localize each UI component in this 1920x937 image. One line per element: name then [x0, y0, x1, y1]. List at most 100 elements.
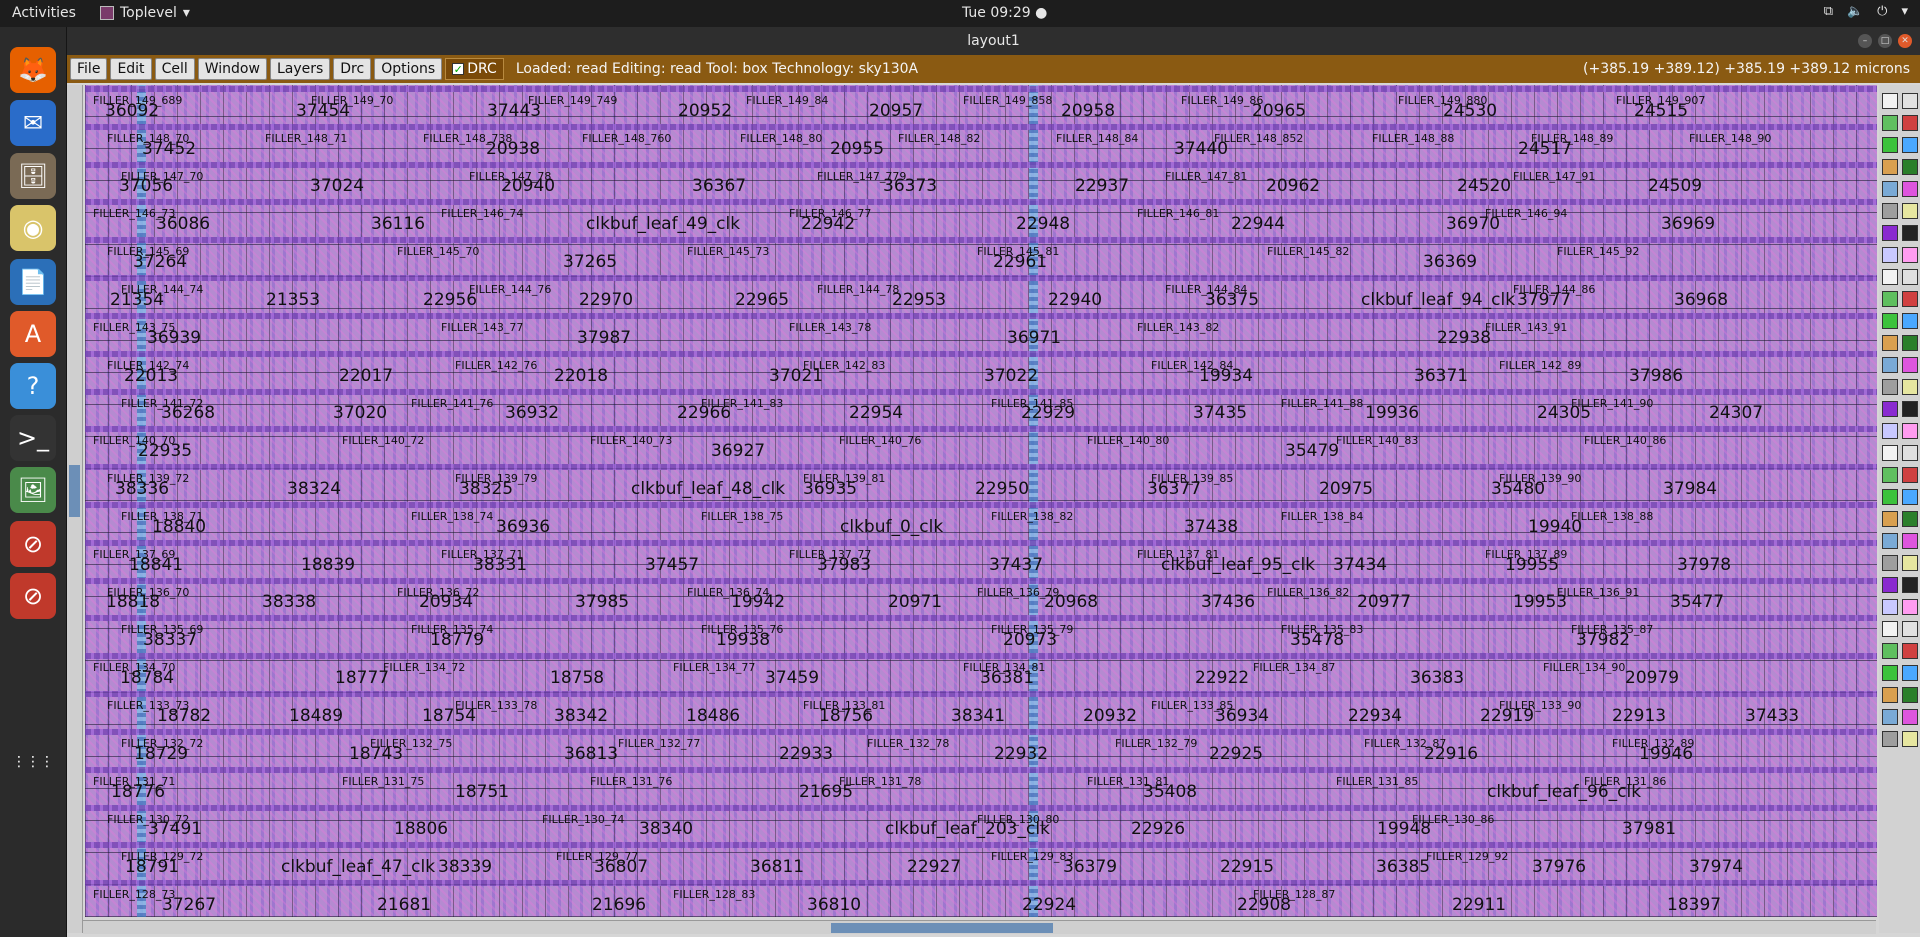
- layer-swatch[interactable]: [1882, 577, 1898, 593]
- help-icon[interactable]: ?: [10, 363, 56, 409]
- layer-swatch[interactable]: [1902, 401, 1918, 417]
- layer-swatch[interactable]: [1902, 93, 1918, 109]
- software-icon[interactable]: A: [10, 311, 56, 357]
- layer-swatch[interactable]: [1882, 599, 1898, 615]
- layer-swatch[interactable]: [1882, 665, 1898, 681]
- window-titlebar[interactable]: layout1 – □ ✕: [67, 27, 1920, 55]
- minimize-icon[interactable]: –: [1858, 34, 1872, 48]
- menu-layers[interactable]: Layers: [269, 58, 331, 80]
- layer-swatch[interactable]: [1882, 181, 1898, 197]
- layer-swatch[interactable]: [1882, 423, 1898, 439]
- layer-swatch[interactable]: [1882, 203, 1898, 219]
- layer-swatch[interactable]: [1882, 225, 1898, 241]
- app-icon[interactable]: ⊘: [10, 521, 56, 567]
- layer-swatch[interactable]: [1902, 313, 1918, 329]
- firefox-icon[interactable]: 🦊: [10, 47, 56, 93]
- layer-swatch[interactable]: [1882, 159, 1898, 175]
- layer-swatch[interactable]: [1882, 621, 1898, 637]
- layer-swatch[interactable]: [1902, 247, 1918, 263]
- layer-swatch[interactable]: [1902, 467, 1918, 483]
- menu-edit[interactable]: Edit: [110, 58, 152, 80]
- layer-swatch[interactable]: [1882, 313, 1898, 329]
- layer-swatch[interactable]: [1882, 335, 1898, 351]
- cell-instance-label: 19940: [1528, 517, 1583, 537]
- app-menu[interactable]: Toplevel ▾: [100, 5, 190, 21]
- layer-swatch[interactable]: [1882, 379, 1898, 395]
- layer-swatch[interactable]: [1882, 93, 1898, 109]
- layer-swatch[interactable]: [1902, 115, 1918, 131]
- layer-swatch[interactable]: [1902, 379, 1918, 395]
- cell-instance-label: 36810: [807, 895, 862, 915]
- menu-options[interactable]: Options: [374, 58, 443, 80]
- metal-band: [85, 237, 1877, 244]
- layer-swatch[interactable]: [1902, 335, 1918, 351]
- layer-swatch[interactable]: [1902, 159, 1918, 175]
- layer-swatch[interactable]: [1902, 203, 1918, 219]
- files-icon[interactable]: 🗄: [10, 153, 56, 199]
- terminal-icon[interactable]: >_: [10, 415, 56, 461]
- maximize-icon[interactable]: □: [1878, 34, 1892, 48]
- layer-swatch[interactable]: [1882, 489, 1898, 505]
- layer-swatch[interactable]: [1882, 115, 1898, 131]
- layer-swatch[interactable]: [1902, 225, 1918, 241]
- rhythmbox-icon[interactable]: ◉: [10, 205, 56, 251]
- layer-swatch[interactable]: [1882, 731, 1898, 747]
- menu-window[interactable]: Window: [197, 58, 267, 80]
- layer-swatch[interactable]: [1902, 291, 1918, 307]
- show-apps-icon[interactable]: ⋮⋮⋮: [10, 739, 56, 785]
- layer-swatch[interactable]: [1902, 137, 1918, 153]
- drc-toggle[interactable]: ✓ DRC: [445, 58, 504, 80]
- layer-swatch[interactable]: [1902, 577, 1918, 593]
- layer-swatch[interactable]: [1902, 511, 1918, 527]
- layer-swatch[interactable]: [1902, 181, 1918, 197]
- vertical-scroll-thumb[interactable]: [69, 465, 80, 517]
- layer-swatch[interactable]: [1902, 665, 1918, 681]
- menu-file[interactable]: File: [70, 58, 108, 80]
- layer-swatch[interactable]: [1882, 511, 1898, 527]
- layer-swatch[interactable]: [1902, 709, 1918, 725]
- layout-canvas[interactable]: FILLER_149_689 FILLER_149_70 FILLER_149_74…: [85, 85, 1877, 917]
- thunderbird-icon[interactable]: ✉: [10, 100, 56, 146]
- layer-swatch[interactable]: [1902, 731, 1918, 747]
- horizontal-scroll-thumb[interactable]: [831, 923, 1053, 933]
- layer-swatch[interactable]: [1902, 687, 1918, 703]
- layer-swatch[interactable]: [1902, 555, 1918, 571]
- close-icon[interactable]: ✕: [1898, 34, 1912, 48]
- cell-instance-label: clkbuf_leaf_94_clk: [1361, 290, 1516, 310]
- layer-swatch[interactable]: [1882, 401, 1898, 417]
- layer-swatch[interactable]: [1882, 643, 1898, 659]
- activities-button[interactable]: Activities: [12, 5, 76, 21]
- vertical-scrollbar[interactable]: [67, 85, 83, 933]
- layer-swatch[interactable]: [1882, 269, 1898, 285]
- layer-swatch[interactable]: [1902, 643, 1918, 659]
- layer-swatch[interactable]: [1882, 709, 1898, 725]
- layer-swatch[interactable]: [1902, 489, 1918, 505]
- clock[interactable]: Tue 09:29 ●: [962, 5, 1047, 21]
- horizontal-scrollbar[interactable]: [83, 920, 1876, 934]
- layer-swatch[interactable]: [1882, 533, 1898, 549]
- app-icon[interactable]: ⊘: [10, 573, 56, 619]
- writer-icon[interactable]: 📄: [10, 259, 56, 305]
- layer-swatch[interactable]: [1902, 269, 1918, 285]
- cell-instance-label: 36268: [161, 403, 216, 423]
- cell-instance-label: 37985: [575, 592, 630, 612]
- layer-swatch[interactable]: [1882, 291, 1898, 307]
- layer-swatch[interactable]: [1902, 445, 1918, 461]
- menu-cell[interactable]: Cell: [154, 58, 195, 80]
- layer-swatch[interactable]: [1902, 599, 1918, 615]
- layer-swatch[interactable]: [1882, 445, 1898, 461]
- layer-swatch[interactable]: [1882, 555, 1898, 571]
- menu-drc[interactable]: Drc: [333, 58, 372, 80]
- layer-swatch[interactable]: [1902, 357, 1918, 373]
- layer-swatch[interactable]: [1882, 357, 1898, 373]
- system-tray[interactable]: ⧉ 🔈 ⏻ ▾: [1824, 4, 1908, 19]
- layer-swatch[interactable]: [1882, 467, 1898, 483]
- image-viewer-icon[interactable]: 🖼: [10, 467, 56, 513]
- layer-swatch[interactable]: [1902, 621, 1918, 637]
- layer-swatch[interactable]: [1882, 247, 1898, 263]
- layer-swatch[interactable]: [1882, 137, 1898, 153]
- layer-swatch[interactable]: [1902, 533, 1918, 549]
- layer-swatch[interactable]: [1882, 687, 1898, 703]
- layer-swatch[interactable]: [1902, 423, 1918, 439]
- cell-instance-label: 22965: [735, 290, 790, 310]
